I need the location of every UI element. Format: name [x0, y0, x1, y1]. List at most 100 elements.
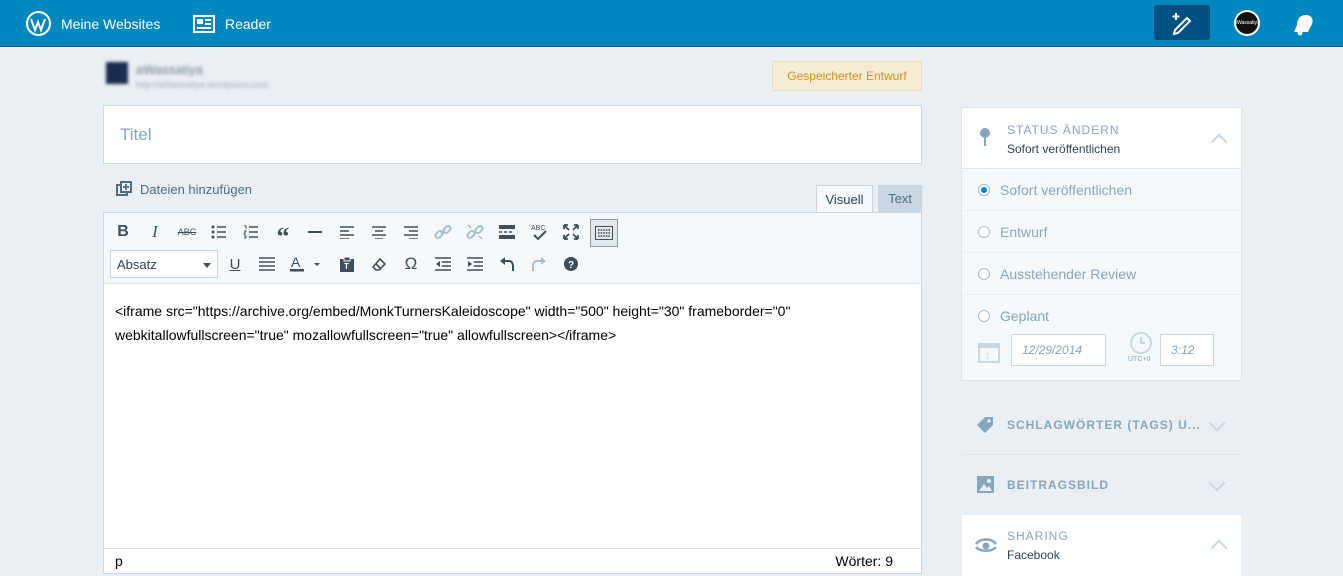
read-more-button[interactable]	[493, 218, 521, 246]
site-url: http://aWassatiya.wordpress.com	[136, 80, 269, 90]
strikethrough-icon: ABC	[177, 227, 197, 237]
tag-icon	[977, 417, 993, 433]
bold-button[interactable]: B	[109, 218, 137, 246]
write-post-button[interactable]	[1154, 5, 1210, 40]
justify-button[interactable]	[253, 250, 281, 278]
wordpress-logo-icon	[26, 11, 51, 36]
align-left-icon	[340, 226, 354, 239]
title-input[interactable]	[104, 106, 921, 163]
sharing-panel-header[interactable]: SHARING Facebook	[962, 515, 1241, 576]
element-path[interactable]: p	[115, 553, 123, 569]
title-field-container	[103, 105, 922, 164]
add-media-button[interactable]: Dateien hinzufügen	[116, 181, 252, 198]
horizontal-rule-icon	[308, 231, 322, 233]
format-select-value: Absatz	[117, 256, 157, 272]
align-right-button[interactable]	[397, 218, 425, 246]
featured-image-title: BEITRAGSBILD	[1007, 478, 1109, 492]
sharing-panel: SHARING Facebook	[962, 515, 1241, 576]
editor-content[interactable]: <iframe src="https://archive.org/embed/M…	[115, 299, 875, 347]
chevron-down-icon	[1208, 474, 1226, 492]
numbered-list-button[interactable]	[237, 218, 265, 246]
radio-draft[interactable]	[978, 226, 990, 238]
align-left-button[interactable]	[333, 218, 361, 246]
outdent-button[interactable]	[429, 250, 457, 278]
fullscreen-button[interactable]	[557, 218, 585, 246]
keyboard-icon	[595, 226, 613, 240]
editor-statusbar: p Wörter: 9	[104, 548, 921, 573]
chevron-up-icon	[1210, 539, 1228, 557]
calendar-icon: 1	[978, 343, 1000, 363]
share-icon	[974, 538, 998, 552]
strikethrough-button[interactable]: ABC	[173, 218, 201, 246]
remove-link-button[interactable]	[461, 218, 489, 246]
blockquote-icon: “	[276, 222, 290, 251]
blockquote-button[interactable]: “	[269, 218, 297, 250]
avatar[interactable]: aWassatiya	[1234, 10, 1260, 36]
reader-label: Reader	[225, 15, 271, 32]
chevron-down-icon	[1208, 414, 1226, 432]
toolbar-toggle-button[interactable]	[590, 219, 618, 247]
paste-text-button[interactable]: T	[333, 250, 361, 278]
status-panel-header[interactable]: STATUS ÄNDERN Sofort veröffentlichen	[962, 108, 1241, 169]
special-character-button[interactable]: Ω	[397, 250, 425, 278]
eraser-icon	[371, 257, 387, 271]
timezone-label: UTC+0	[1128, 356, 1151, 363]
unlink-icon	[466, 224, 484, 240]
indent-icon	[467, 257, 483, 271]
spellcheck-icon: ABC	[531, 225, 547, 241]
indent-button[interactable]	[461, 250, 489, 278]
svg-text:1: 1	[985, 351, 990, 361]
bullet-list-button[interactable]	[205, 218, 233, 246]
svg-text:A: A	[291, 255, 301, 270]
featured-image-panel-header[interactable]: BEITRAGSBILD	[962, 455, 1241, 515]
svg-text:ABC: ABC	[531, 225, 545, 232]
my-sites-link[interactable]: Meine Websites	[26, 0, 160, 47]
clear-formatting-button[interactable]	[365, 250, 393, 278]
tab-text[interactable]: Text	[878, 185, 922, 212]
pin-icon	[980, 128, 990, 146]
site-header: aWassatiya http://aWassatiya.wordpress.c…	[106, 60, 306, 94]
align-center-button[interactable]	[365, 218, 393, 246]
fullscreen-icon	[563, 224, 579, 240]
svg-text:?: ?	[568, 260, 574, 271]
help-icon: ?	[564, 257, 578, 271]
radio-pending[interactable]	[978, 268, 990, 280]
date-input[interactable]: 12/29/2014	[1011, 334, 1106, 366]
status-panel: STATUS ÄNDERN Sofort veröffentlichen Sof…	[962, 108, 1241, 380]
undo-button[interactable]	[493, 250, 521, 278]
reader-icon	[193, 14, 215, 33]
format-select[interactable]: Absatz	[110, 250, 218, 278]
status-options: Sofort veröffentlichen Entwurf Ausstehen…	[962, 169, 1241, 380]
avatar-image: aWassatiya	[1234, 12, 1260, 34]
notifications-icon[interactable]	[1290, 10, 1318, 38]
text-color-button[interactable]: A	[285, 250, 327, 278]
paste-icon: T	[340, 256, 354, 272]
redo-button[interactable]	[525, 250, 553, 278]
status-option-draft[interactable]: Entwurf	[962, 211, 1241, 253]
outdent-icon	[435, 257, 451, 271]
top-bar: Meine Websites Reader aWassatiya	[0, 0, 1343, 47]
time-input[interactable]: 3:12	[1160, 334, 1214, 366]
spellcheck-button[interactable]: ABC	[525, 218, 553, 246]
draft-status-badge: Gespeicherter Entwurf	[772, 61, 922, 91]
underline-button[interactable]: U	[221, 250, 249, 278]
help-button[interactable]: ?	[557, 250, 585, 278]
radio-scheduled[interactable]	[978, 310, 990, 322]
status-panel-subtitle: Sofort veröffentlichen	[1007, 142, 1121, 156]
text-color-icon: A	[290, 255, 320, 272]
editor-toolbar: B I ABC “ ABC Absatz U A T Ω ?	[104, 213, 921, 284]
insert-link-button[interactable]	[429, 218, 457, 246]
bullet-list-icon	[211, 225, 226, 239]
bold-icon: B	[117, 223, 129, 240]
tab-visual[interactable]: Visuell	[816, 185, 873, 213]
status-option-publish[interactable]: Sofort veröffentlichen	[962, 169, 1241, 211]
status-option-scheduled[interactable]: Geplant	[962, 295, 1241, 337]
underline-icon: U	[229, 255, 241, 273]
status-option-pending[interactable]: Ausstehender Review	[962, 253, 1241, 295]
horizontal-rule-button[interactable]	[301, 218, 329, 246]
tags-panel-header[interactable]: SCHLAGWÖRTER (TAGS) U...	[962, 395, 1241, 455]
reader-link[interactable]: Reader	[193, 0, 271, 47]
add-files-label: Dateien hinzufügen	[140, 182, 253, 197]
radio-publish[interactable]	[978, 184, 990, 196]
italic-button[interactable]: I	[141, 218, 169, 246]
